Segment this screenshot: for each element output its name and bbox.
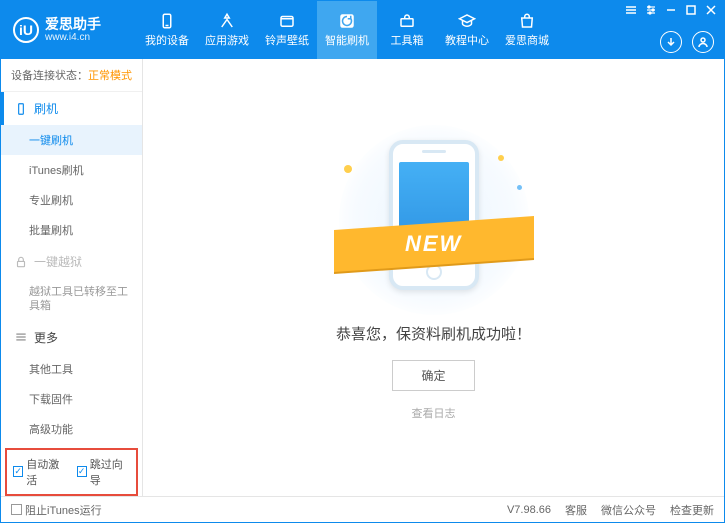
- menu-icon[interactable]: [624, 3, 638, 17]
- footer: 阻止iTunes运行 V7.98.66 客服 微信公众号 检查更新: [1, 496, 724, 522]
- bag-icon: [518, 12, 536, 30]
- header-actions: [660, 31, 714, 53]
- nav-smart-flash[interactable]: 智能刷机: [317, 1, 377, 59]
- wechat-link[interactable]: 微信公众号: [601, 502, 656, 518]
- sidebar-item-other-tools[interactable]: 其他工具: [1, 354, 142, 384]
- close-button[interactable]: [704, 3, 718, 17]
- checkbox-icon: [11, 504, 22, 515]
- sidebar-item-download-firmware[interactable]: 下载固件: [1, 384, 142, 414]
- app-window: iU 爱思助手 www.i4.cn 我的设备 应用游戏 铃声壁纸 智能刷机: [0, 0, 725, 523]
- sidebar-cat-more[interactable]: 更多: [1, 321, 142, 354]
- minimize-button[interactable]: [664, 3, 678, 17]
- nav-tutorials[interactable]: 教程中心: [437, 1, 497, 59]
- support-link[interactable]: 客服: [565, 502, 587, 518]
- sidebar-item-itunes-flash[interactable]: iTunes刷机: [1, 155, 142, 185]
- sidebar-cat-jailbreak[interactable]: 一键越狱: [1, 245, 142, 278]
- options-highlight-box: ✓ 自动激活 ✓ 跳过向导: [5, 448, 138, 496]
- download-button[interactable]: [660, 31, 682, 53]
- top-nav: 我的设备 应用游戏 铃声壁纸 智能刷机 工具箱 教程中心: [137, 1, 557, 59]
- version-label: V7.98.66: [507, 504, 551, 516]
- ok-button[interactable]: 确定: [392, 360, 474, 391]
- sidebar-item-oneclick-flash[interactable]: 一键刷机: [1, 125, 142, 155]
- check-update-link[interactable]: 检查更新: [670, 502, 714, 518]
- nav-ringtones-wallpapers[interactable]: 铃声壁纸: [257, 1, 317, 59]
- check-icon: ✓: [13, 466, 23, 477]
- device-icon: [14, 102, 28, 116]
- success-illustration: NEW: [324, 135, 544, 305]
- sidebar-cat-flash[interactable]: 刷机: [1, 92, 142, 125]
- nav-apps-games[interactable]: 应用游戏: [197, 1, 257, 59]
- header: iU 爱思助手 www.i4.cn 我的设备 应用游戏 铃声壁纸 智能刷机: [1, 1, 724, 59]
- toolbox-icon: [398, 12, 416, 30]
- logo-icon: iU: [13, 17, 39, 43]
- checkbox-auto-activate[interactable]: ✓ 自动激活: [13, 456, 67, 488]
- window-controls: [624, 3, 718, 17]
- success-message: 恭喜您，保资料刷机成功啦！: [336, 323, 531, 344]
- brand-logo[interactable]: iU 爱思助手 www.i4.cn: [1, 17, 131, 43]
- view-log-link[interactable]: 查看日志: [412, 405, 456, 421]
- refresh-icon: [338, 12, 356, 30]
- graduation-icon: [458, 12, 476, 30]
- connection-status: 设备连接状态：正常模式: [1, 59, 142, 92]
- list-icon: [14, 330, 28, 344]
- maximize-button[interactable]: [684, 3, 698, 17]
- checkbox-block-itunes[interactable]: 阻止iTunes运行: [11, 502, 102, 518]
- check-icon: ✓: [77, 466, 87, 477]
- settings-icon[interactable]: [644, 3, 658, 17]
- nav-toolbox[interactable]: 工具箱: [377, 1, 437, 59]
- brand-subtitle: www.i4.cn: [45, 32, 101, 43]
- sidebar-item-pro-flash[interactable]: 专业刷机: [1, 185, 142, 215]
- checkbox-skip-wizard[interactable]: ✓ 跳过向导: [77, 456, 131, 488]
- phone-icon: [158, 12, 176, 30]
- sidebar-jailbreak-note: 越狱工具已转移至工具箱: [1, 278, 142, 321]
- sidebar: 设备连接状态：正常模式 刷机 一键刷机 iTunes刷机 专业刷机 批量刷机 一…: [1, 59, 143, 496]
- sidebar-item-advanced[interactable]: 高级功能: [1, 414, 142, 444]
- apps-icon: [218, 12, 236, 30]
- sidebar-item-batch-flash[interactable]: 批量刷机: [1, 215, 142, 245]
- folder-icon: [278, 12, 296, 30]
- user-button[interactable]: [692, 31, 714, 53]
- main-content: NEW 恭喜您，保资料刷机成功啦！ 确定 查看日志: [143, 59, 724, 496]
- brand-title: 爱思助手: [45, 17, 101, 32]
- connection-status-value: 正常模式: [88, 70, 132, 82]
- lock-icon: [14, 255, 28, 269]
- nav-my-device[interactable]: 我的设备: [137, 1, 197, 59]
- nav-store[interactable]: 爱思商城: [497, 1, 557, 59]
